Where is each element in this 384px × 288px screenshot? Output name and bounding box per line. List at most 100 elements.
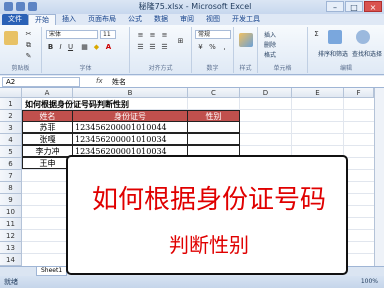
formula-input[interactable]: 姓名 bbox=[112, 77, 126, 87]
sort-filter-button[interactable]: 排序和筛选 bbox=[318, 49, 348, 58]
styles-icon[interactable] bbox=[239, 33, 253, 47]
font-group-label: 字体 bbox=[79, 65, 92, 72]
tab-page-layout[interactable]: 页面布局 bbox=[82, 14, 122, 25]
cut-icon[interactable]: ✂ bbox=[24, 30, 33, 39]
delete-cells-button[interactable]: 删除 bbox=[264, 40, 276, 49]
row-header-13[interactable]: 13 bbox=[0, 242, 22, 254]
currency-icon[interactable]: ¥ bbox=[196, 43, 205, 52]
ribbon-tabs: 文件 开始 插入 页面布局 公式 数据 审阅 视图 开发工具 bbox=[0, 14, 384, 25]
tab-developer[interactable]: 开发工具 bbox=[226, 14, 266, 25]
sort-filter-icon[interactable] bbox=[328, 30, 342, 44]
column-header-b[interactable]: B bbox=[73, 88, 188, 98]
row-header-7[interactable]: 7 bbox=[0, 170, 22, 182]
select-all-corner[interactable] bbox=[0, 88, 22, 98]
font-color-icon[interactable]: A bbox=[104, 43, 113, 52]
align-center-icon[interactable]: ☰ bbox=[148, 43, 157, 52]
autosum-icon[interactable]: Σ bbox=[312, 30, 321, 39]
font-size-select[interactable]: 11 bbox=[100, 30, 116, 39]
font-group: 宋体 11 B I U ▦ ◆ A 字体 bbox=[42, 27, 130, 73]
close-button[interactable]: × bbox=[364, 1, 382, 12]
align-top-icon[interactable]: ≡ bbox=[136, 31, 145, 40]
tab-insert[interactable]: 插入 bbox=[56, 14, 82, 25]
caption-line-1: 如何根据身份证号码 bbox=[91, 185, 326, 215]
tab-file[interactable]: 文件 bbox=[2, 14, 28, 25]
copy-icon[interactable]: ⧉ bbox=[24, 41, 33, 50]
window-title: 秘隆75.xlsx - Microsoft Excel bbox=[138, 2, 252, 11]
minimize-button[interactable]: – bbox=[326, 1, 344, 12]
comma-icon[interactable]: , bbox=[220, 43, 229, 52]
table-cell[interactable]: 123456200001010034 bbox=[72, 133, 188, 145]
column-header-e[interactable]: E bbox=[292, 88, 344, 98]
tab-data[interactable]: 数据 bbox=[148, 14, 174, 25]
sheet-title-cell[interactable]: 如何根据身份证号码判断性别 bbox=[23, 98, 273, 110]
find-select-button[interactable]: 查找和选择 bbox=[352, 49, 382, 58]
paste-icon[interactable] bbox=[4, 31, 18, 45]
row-header-5[interactable]: 5 bbox=[0, 146, 22, 158]
cells-group-label: 单元格 bbox=[273, 65, 292, 72]
align-middle-icon[interactable]: ≡ bbox=[148, 31, 157, 40]
row-header-12[interactable]: 12 bbox=[0, 230, 22, 242]
merge-cells-icon[interactable]: ⊞ bbox=[176, 37, 185, 46]
tab-home[interactable]: 开始 bbox=[28, 14, 56, 25]
clipboard-group-label: 剪贴板 bbox=[11, 65, 30, 72]
percent-icon[interactable]: % bbox=[208, 43, 217, 52]
save-icon[interactable] bbox=[16, 2, 25, 11]
format-painter-icon[interactable]: ✎ bbox=[24, 52, 33, 61]
undo-icon[interactable] bbox=[28, 2, 37, 11]
align-right-icon[interactable]: ☰ bbox=[160, 43, 169, 52]
tab-formulas[interactable]: 公式 bbox=[122, 14, 148, 25]
format-cells-button[interactable]: 格式 bbox=[264, 50, 276, 59]
column-header-c[interactable]: C bbox=[188, 88, 240, 98]
row-header-11[interactable]: 11 bbox=[0, 218, 22, 230]
maximize-button[interactable]: □ bbox=[345, 1, 363, 12]
status-ready: 就绪 bbox=[4, 278, 18, 286]
table-cell[interactable] bbox=[187, 121, 240, 133]
styles-group: 样式 bbox=[234, 27, 258, 73]
sheet-tab-sheet1[interactable]: Sheet1 bbox=[36, 267, 68, 276]
row-header-9[interactable]: 9 bbox=[0, 194, 22, 206]
table-cell[interactable]: 123456200001010044 bbox=[72, 121, 188, 133]
number-format-select[interactable]: 常规 bbox=[195, 30, 231, 39]
vertical-scrollbar[interactable] bbox=[374, 88, 384, 266]
row-header-3[interactable]: 3 bbox=[0, 122, 22, 134]
tab-review[interactable]: 审阅 bbox=[174, 14, 200, 25]
row-header-6[interactable]: 6 bbox=[0, 158, 22, 170]
row-header-2[interactable]: 2 bbox=[0, 110, 22, 122]
formula-bar: A2 fx 姓名 bbox=[0, 76, 384, 88]
fx-icon[interactable]: fx bbox=[96, 77, 103, 85]
column-header-a[interactable]: A bbox=[22, 88, 73, 98]
underline-icon[interactable]: U bbox=[66, 43, 75, 52]
fill-color-icon[interactable]: ◆ bbox=[92, 43, 101, 52]
zoom-level[interactable]: 100% bbox=[361, 276, 378, 288]
font-name-select[interactable]: 宋体 bbox=[46, 30, 98, 39]
table-cell[interactable]: 张嘎 bbox=[22, 133, 73, 145]
status-bar: 就绪 100% bbox=[0, 276, 384, 288]
alignment-group: ≡ ≡ ≡ ☰ ☰ ☰ ⊞ 对齐方式 bbox=[130, 27, 192, 73]
title-bar: 秘隆75.xlsx - Microsoft Excel – □ × bbox=[0, 0, 384, 14]
row-header-8[interactable]: 8 bbox=[0, 182, 22, 194]
editing-group: Σ 排序和筛选 查找和选择 编辑 bbox=[308, 27, 384, 73]
editing-group-label: 编辑 bbox=[339, 65, 352, 72]
table-cell[interactable] bbox=[187, 133, 240, 145]
find-select-icon[interactable] bbox=[356, 30, 370, 44]
row-header-1[interactable]: 1 bbox=[0, 98, 22, 110]
alignment-group-label: 对齐方式 bbox=[148, 65, 173, 72]
row-header-14[interactable]: 14 bbox=[0, 254, 22, 266]
row-header-4[interactable]: 4 bbox=[0, 134, 22, 146]
borders-icon[interactable]: ▦ bbox=[80, 43, 89, 52]
italic-icon[interactable]: I bbox=[56, 43, 65, 52]
column-header-f[interactable]: F bbox=[344, 88, 374, 98]
align-bottom-icon[interactable]: ≡ bbox=[160, 31, 169, 40]
name-box[interactable]: A2 bbox=[2, 77, 80, 87]
column-header-d[interactable]: D bbox=[240, 88, 292, 98]
tab-view[interactable]: 视图 bbox=[200, 14, 226, 25]
excel-logo-icon bbox=[4, 2, 13, 11]
row-header-10[interactable]: 10 bbox=[0, 206, 22, 218]
caption-line-2: 判断性别 bbox=[169, 233, 249, 257]
align-left-icon[interactable]: ☰ bbox=[136, 43, 145, 52]
table-cell[interactable]: 苏菲 bbox=[22, 121, 73, 133]
window-controls: – □ × bbox=[326, 1, 382, 12]
table-cell[interactable]: 李力冲 bbox=[22, 145, 73, 157]
insert-cells-button[interactable]: 插入 bbox=[264, 30, 276, 39]
bold-icon[interactable]: B bbox=[46, 43, 55, 52]
